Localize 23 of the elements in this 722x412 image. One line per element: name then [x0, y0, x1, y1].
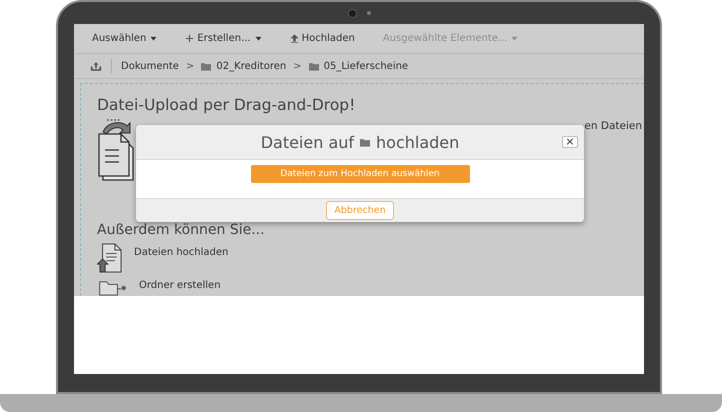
drop-heading: Datei-Upload per Drag-and-Drop! [97, 96, 356, 116]
file-upload-icon[interactable] [97, 243, 124, 273]
breadcrumb-separator: > [293, 60, 302, 72]
parent-folder-icon[interactable] [90, 60, 102, 72]
folder-icon [360, 138, 370, 146]
upload-icon [290, 34, 299, 44]
breadcrumb-link[interactable]: 02_Kreditoren [216, 60, 286, 72]
breadcrumb-link[interactable]: 05_Lieferscheine [324, 60, 408, 72]
action-link[interactable]: Ordner erstellen [139, 280, 221, 291]
new-folder-icon[interactable] [97, 280, 129, 296]
sensor-icon [366, 11, 370, 15]
dialog-title: Dateien auf hochladen [260, 132, 460, 152]
drop-hint-text: en Dateien [584, 120, 642, 132]
plus-icon [185, 34, 194, 44]
breadcrumb-link[interactable]: Dokumente [121, 60, 179, 72]
breadcrumb-separator: > [186, 60, 194, 72]
toolbar-button[interactable]: Erstellen... [181, 33, 272, 44]
action-link[interactable]: Dateien hochladen [134, 247, 228, 258]
toolbar-button[interactable]: Hochladen [286, 33, 365, 44]
toolbar-button[interactable]: Auswählen [88, 33, 168, 44]
camera-icon [348, 8, 356, 18]
close-button[interactable]: × [562, 136, 578, 148]
section-heading: Außerdem können Sie... [97, 222, 266, 240]
